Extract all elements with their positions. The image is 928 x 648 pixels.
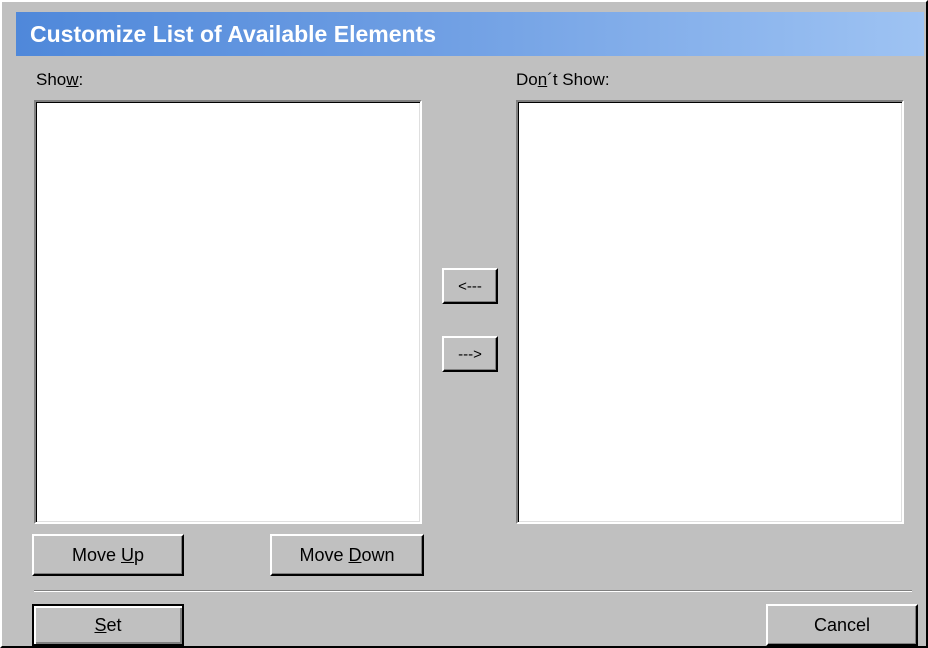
dont-show-label-suffix: ´t Show: (547, 70, 610, 89)
move-to-show-button[interactable]: <--- (442, 268, 498, 304)
footer-separator (34, 590, 912, 592)
show-label-text: Sho (36, 70, 67, 89)
dialog-title: Customize List of Available Elements (16, 12, 924, 56)
move-up-label: Move (71, 544, 121, 565)
show-label-suffix: : (78, 70, 84, 89)
dont-show-label-text: Do (516, 70, 538, 89)
move-down-button[interactable]: Move Down (270, 534, 424, 576)
dont-show-label-mnemonic: n (537, 70, 548, 89)
show-listbox[interactable] (34, 100, 422, 524)
cancel-button[interactable]: Cancel (766, 604, 918, 646)
dont-show-label: Don´t Show: (516, 70, 610, 90)
move-down-label: Move (299, 544, 349, 565)
move-up-button[interactable]: Move Up (32, 534, 184, 576)
move-to-dont-show-button[interactable]: ---> (442, 336, 498, 372)
set-button[interactable]: Set (32, 604, 184, 646)
move-up-mnemonic: U (121, 544, 134, 565)
set-label: et (106, 614, 122, 635)
customize-elements-dialog: Customize List of Available Elements Sho… (0, 0, 928, 648)
dont-show-listbox[interactable] (516, 100, 904, 524)
move-down-label-suffix: own (361, 544, 395, 565)
set-mnemonic: S (94, 614, 107, 635)
show-label: Show: (36, 70, 83, 90)
move-up-label-suffix: p (134, 544, 145, 565)
move-down-mnemonic: D (348, 544, 362, 565)
show-label-mnemonic: w (66, 70, 79, 89)
